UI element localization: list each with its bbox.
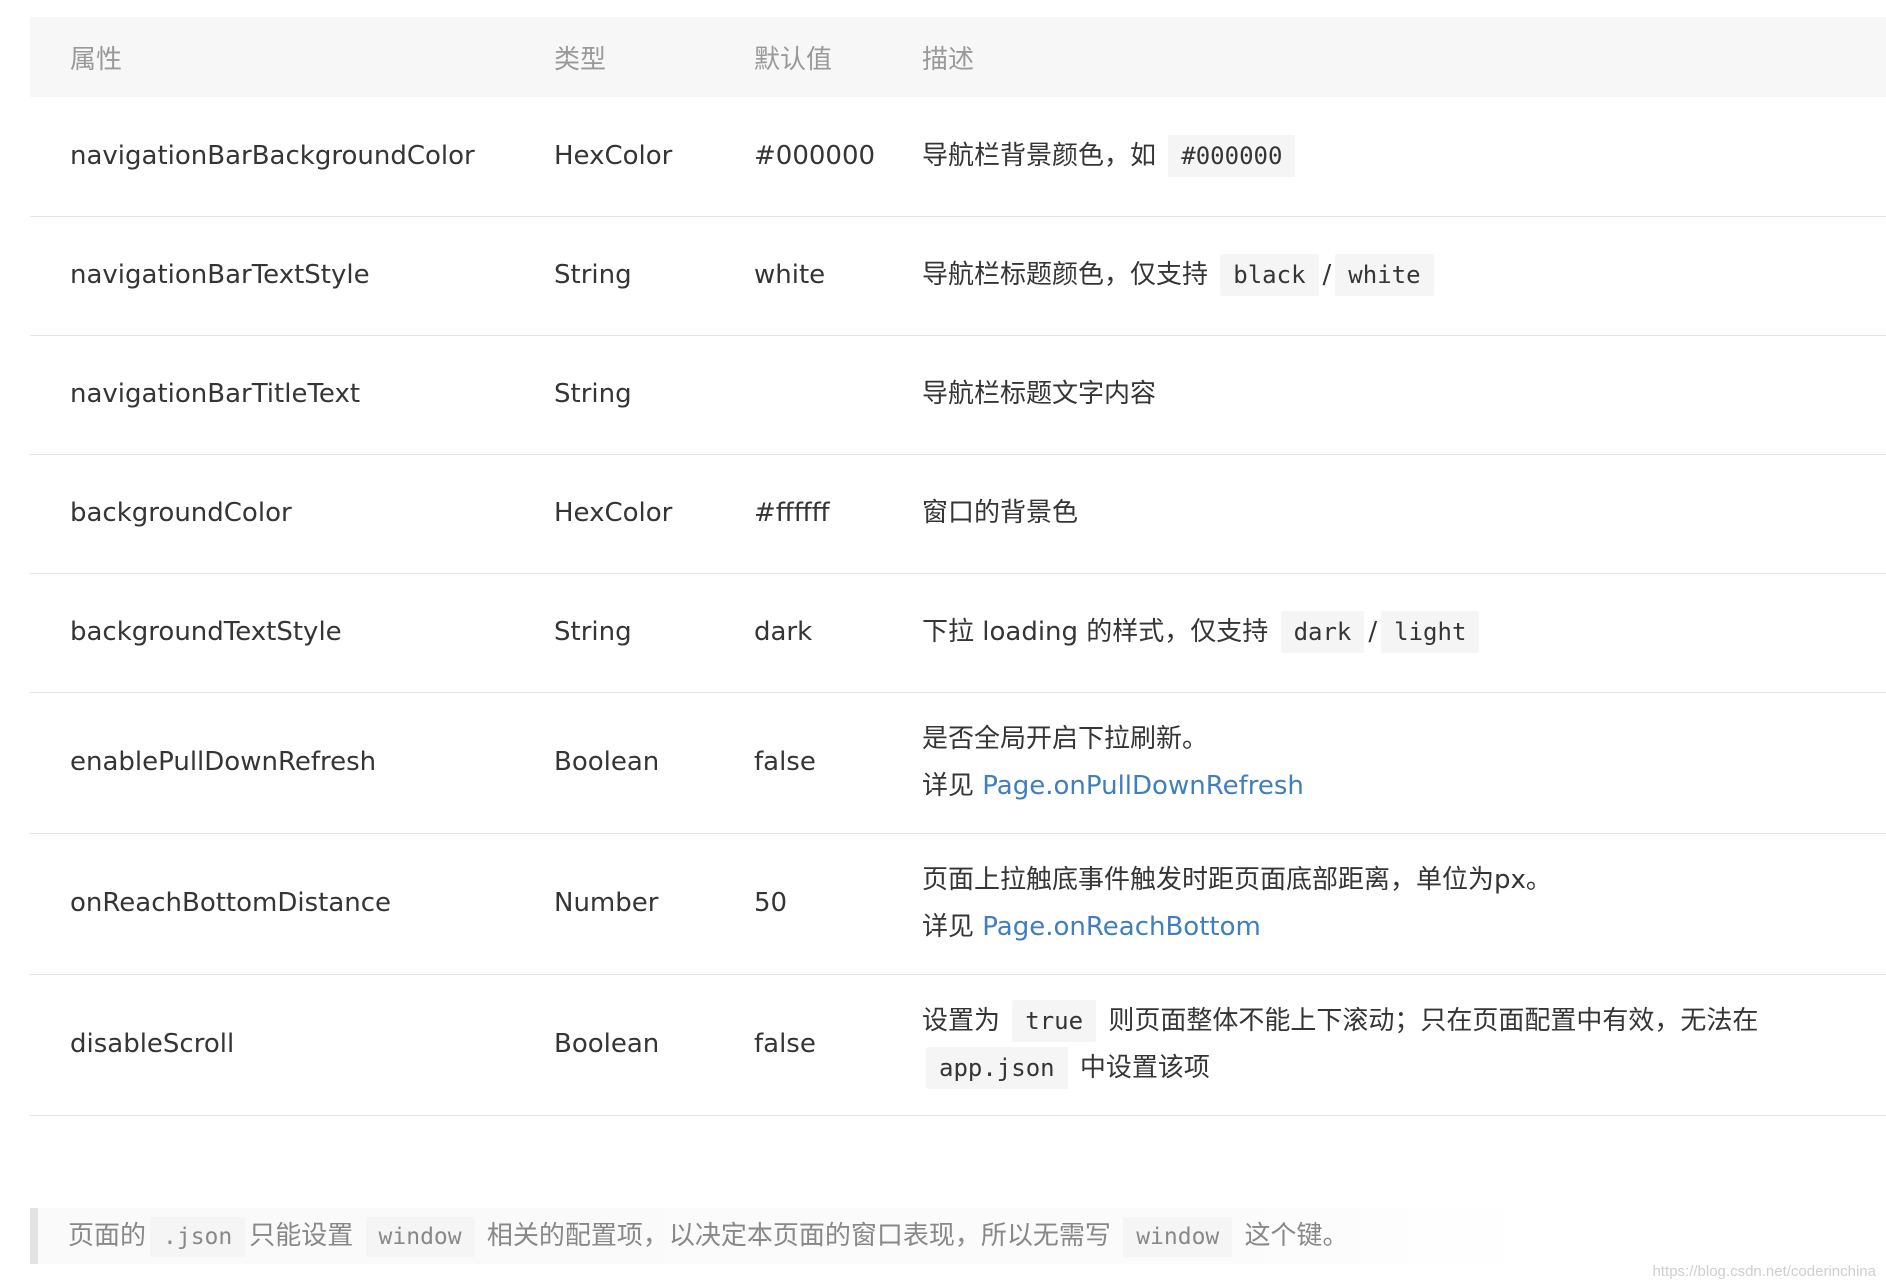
cell-type: Boolean [514, 692, 714, 834]
inline-code: light [1381, 611, 1480, 653]
desc-text: 窗口的背景色 [922, 498, 1079, 528]
cell-description: 导航栏标题颜色，仅支持 black / white [906, 216, 1886, 336]
inline-code: true [1012, 999, 1097, 1042]
cell-property: disableScroll [30, 974, 514, 1116]
cell-type: HexColor [514, 97, 714, 217]
cell-description: 窗口的背景色 [906, 454, 1886, 574]
table-row: navigationBarTextStyle String white 导航栏标… [30, 216, 1886, 336]
watermark: https://blog.csdn.net/coderinchina [1652, 1263, 1876, 1280]
header-property: 属性 [70, 44, 123, 75]
note-text: 这个键。 [1244, 1221, 1349, 1251]
desc-separator: / [1322, 260, 1332, 290]
inline-code: black [1220, 254, 1319, 296]
doc-link[interactable]: Page.onReachBottom [982, 912, 1261, 942]
table-row: navigationBarTitleText String 导航栏标题文字内容 [30, 335, 1886, 455]
note-blockquote: 页面的 .json 只能设置 window 相关的配置项，以决定本页面的窗口表现，所… [30, 1208, 1530, 1264]
cell-type: Boolean [514, 974, 714, 1116]
header-description: 描述 [922, 44, 975, 75]
cell-default: false [714, 974, 906, 1116]
cell-description: 导航栏标题文字内容 [906, 335, 1886, 455]
inline-code: dark [1280, 611, 1365, 653]
desc-text: 下拉 loading 的样式，仅支持 [922, 617, 1269, 647]
cell-property: backgroundTextStyle [30, 573, 514, 693]
cell-type: String [514, 573, 714, 693]
cell-property: navigationBarBackgroundColor [30, 97, 514, 217]
cell-default [714, 335, 906, 455]
table-row: backgroundTextStyle String dark 下拉 loadi… [30, 573, 1886, 693]
desc-text: 导航栏背景颜色，如 [922, 140, 1157, 171]
cell-property: navigationBarTextStyle [30, 216, 514, 336]
cell-description: 下拉 loading 的样式，仅支持 dark / light [906, 573, 1886, 693]
cell-type: String [514, 216, 714, 336]
cell-property: backgroundColor [30, 454, 514, 574]
header-row: 属性 类型 默认值 描述 [30, 17, 1886, 97]
cell-default: #ffffff [714, 454, 906, 574]
cell-description: 设置为 true 则页面整体不能上下滚动；只在页面配置中有效，无法在 app.js… [906, 974, 1886, 1116]
cell-description: 是否全局开启下拉刷新。 详见 Page.onPullDownRefresh [906, 692, 1886, 834]
cell-type: HexColor [514, 454, 714, 574]
cell-type: Number [514, 833, 714, 975]
cell-property: enablePullDownRefresh [30, 692, 514, 834]
desc-text: 导航栏标题文字内容 [922, 379, 1157, 409]
inline-code: white [1335, 254, 1434, 296]
cell-default: dark [714, 573, 906, 693]
cell-description: 页面上拉触底事件触发时距页面底部距离，单位为px。 详见 Page.onReach… [906, 833, 1886, 975]
cell-default: false [714, 692, 906, 834]
desc-text: 中设置该项 [1079, 1052, 1210, 1083]
inline-code: .json [150, 1217, 246, 1257]
note-text: 页面的 [68, 1221, 147, 1251]
desc-text: 设置为 [922, 1005, 1001, 1036]
inline-code: app.json [926, 1046, 1068, 1089]
table-row: onReachBottomDistance Number 50 页面上拉触底事件… [30, 833, 1886, 975]
table-row: enablePullDownRefresh Boolean false 是否全局… [30, 692, 1886, 834]
table-row: backgroundColor HexColor #ffffff 窗口的背景色 [30, 454, 1886, 574]
table-header: 属性 类型 默认值 描述 [30, 17, 1886, 97]
inline-code: window [1123, 1217, 1233, 1257]
doc-link[interactable]: Page.onPullDownRefresh [982, 771, 1304, 801]
inline-code: window [365, 1217, 475, 1257]
desc-text: 是否全局开启下拉刷新。 [922, 723, 1209, 754]
config-table: 属性 类型 默认值 描述 navigationBarBackgroundColo… [30, 17, 1886, 1116]
desc-see-label: 详见 [922, 911, 975, 942]
desc-separator: / [1368, 617, 1378, 647]
cell-property: navigationBarTitleText [30, 335, 514, 455]
cell-type: String [514, 335, 714, 455]
header-type: 类型 [554, 44, 607, 75]
inline-code: #000000 [1168, 134, 1296, 177]
desc-text: 导航栏标题颜色，仅支持 [922, 260, 1209, 290]
note-text: 相关的配置项，以决定本页面的窗口表现，所以无需写 [486, 1221, 1111, 1251]
table-row: disableScroll Boolean false 设置为 true 则页面… [30, 974, 1886, 1116]
cell-default: white [714, 216, 906, 336]
desc-text: 页面上拉触底事件触发时距页面底部距离，单位为px。 [922, 864, 1552, 895]
header-default: 默认值 [754, 44, 833, 75]
note-text: 只能设置 [249, 1221, 354, 1251]
cell-description: 导航栏背景颜色，如 #000000 [906, 97, 1886, 217]
cell-property: onReachBottomDistance [30, 833, 514, 975]
desc-see-label: 详见 [922, 770, 975, 801]
desc-text: 则页面整体不能上下滚动；只在页面配置中有效，无法在 [1108, 1005, 1759, 1036]
cell-default: #000000 [714, 97, 906, 217]
cell-default: 50 [714, 833, 906, 975]
table-row: navigationBarBackgroundColor HexColor #0… [30, 97, 1886, 217]
